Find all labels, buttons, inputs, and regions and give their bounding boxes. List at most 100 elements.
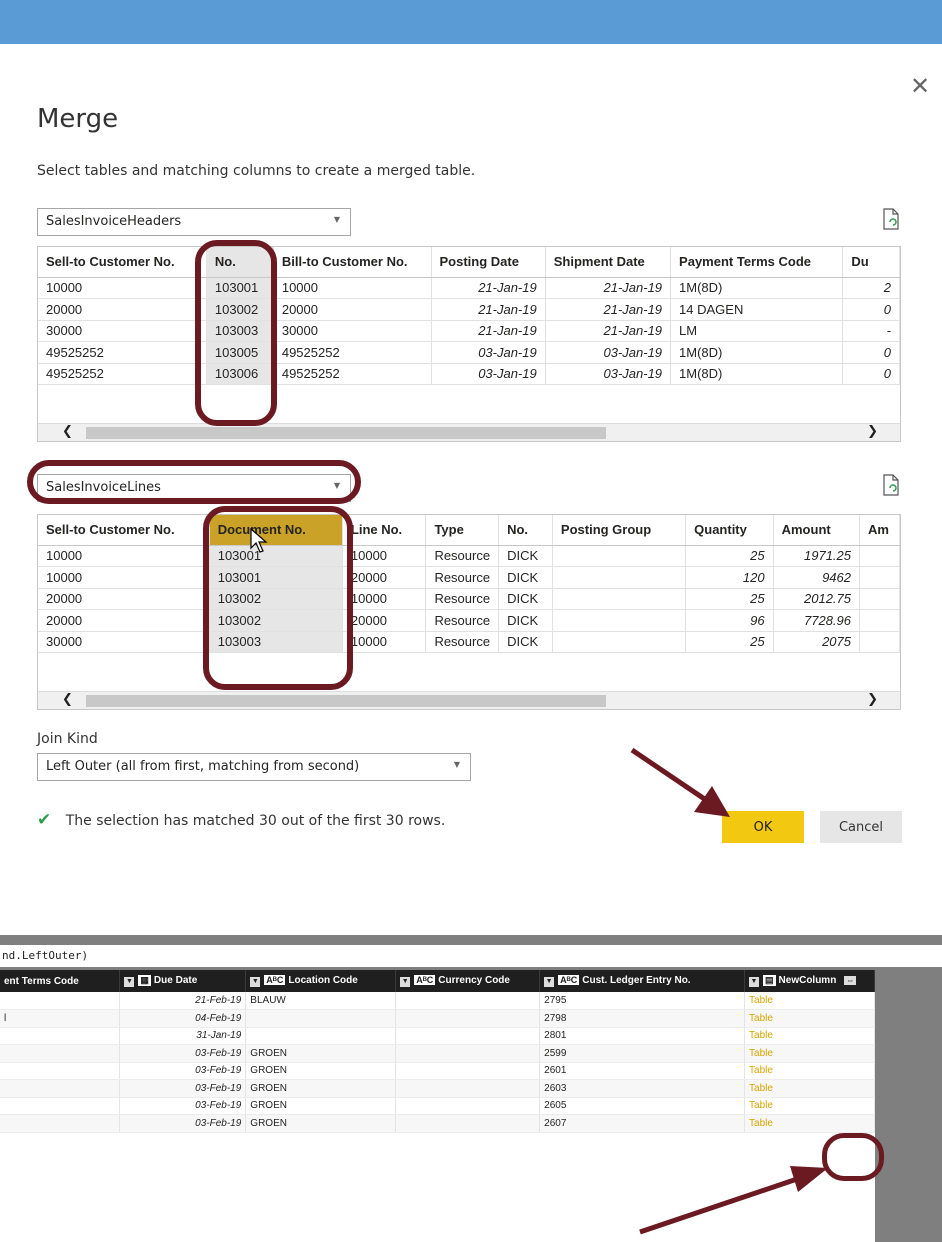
table-cell[interactable]: Table	[744, 1027, 875, 1045]
column-header[interactable]: ent Terms Code	[0, 970, 121, 992]
table-cell: Resource	[425, 631, 500, 653]
filter-dropdown-icon[interactable]: ▼	[124, 977, 135, 987]
expand-column-icon[interactable]: ⇔	[844, 976, 857, 985]
table-cell: 2801	[539, 1027, 746, 1045]
refresh-preview-icon[interactable]	[882, 474, 900, 496]
table-cell[interactable]: Table	[744, 1044, 875, 1063]
horizontal-scrollbar[interactable]: ❮ ❯	[38, 691, 900, 709]
filter-dropdown-icon[interactable]: ▼	[400, 977, 411, 987]
text-type-icon: AᴮC	[414, 975, 436, 985]
table-cell: 96	[685, 609, 774, 632]
table-cell[interactable]: Table	[744, 992, 875, 1010]
table-cell: 21-Jan-19	[431, 298, 546, 321]
table-cell: 2	[842, 277, 900, 299]
column-header[interactable]: Document No.	[209, 515, 343, 546]
table-cell	[0, 992, 121, 1010]
scroll-right-icon[interactable]: ❯	[867, 424, 878, 439]
column-header[interactable]: No.	[206, 247, 274, 278]
column-header[interactable]: Du	[842, 247, 900, 278]
second-table-preview: Sell-to Customer No. Document No. Line No.…	[37, 514, 901, 710]
table-cell	[245, 1027, 397, 1045]
table-cell: 21-Jan-19	[545, 277, 672, 299]
ok-button[interactable]: OK	[722, 811, 804, 843]
table-row: 03-Feb-19 GROEN 2601 Table	[0, 1062, 875, 1080]
table-cell: 103001	[206, 277, 274, 299]
table-cell: 20000	[273, 298, 432, 321]
join-kind-dropdown[interactable]: Left Outer (all from first, matching fro…	[37, 753, 471, 781]
table-cell: 30000	[38, 320, 207, 342]
refresh-preview-icon[interactable]	[882, 208, 900, 230]
first-table-dropdown[interactable]: SalesInvoiceHeaders ▼	[37, 208, 351, 236]
column-header[interactable]: Quantity	[685, 515, 774, 546]
table-cell: 103003	[206, 320, 274, 342]
column-header[interactable]: Am	[859, 515, 900, 546]
table-cell: DICK	[498, 609, 553, 632]
filter-dropdown-icon[interactable]: ▼	[749, 977, 760, 987]
column-header[interactable]: Payment Terms Code	[670, 247, 844, 278]
table-cell: LM	[670, 320, 844, 342]
table-cell: 25	[685, 545, 774, 567]
table-cell: 03-Jan-19	[545, 341, 672, 364]
table-cell: 0	[842, 363, 900, 385]
scroll-left-icon[interactable]: ❮	[62, 692, 73, 707]
column-header[interactable]: Amount	[773, 515, 861, 546]
column-header[interactable]: Sell-to Customer No.	[38, 247, 207, 278]
table-cell: GROEN	[245, 1044, 397, 1063]
horizontal-scrollbar[interactable]: ❮ ❯	[38, 423, 900, 441]
second-table-dropdown[interactable]: SalesInvoiceLines ▼	[37, 474, 351, 502]
scroll-left-icon[interactable]: ❮	[62, 424, 73, 439]
column-header[interactable]: Posting Group	[552, 515, 687, 546]
table-cell	[859, 566, 900, 589]
table-cell: 20000	[342, 566, 427, 589]
table-cell[interactable]: Table	[744, 1009, 875, 1028]
table-cell: 10000	[342, 631, 427, 653]
column-header[interactable]: Bill-to Customer No.	[273, 247, 432, 278]
formula-bar[interactable]: nd.LeftOuter)	[0, 945, 942, 967]
table-cell	[395, 1062, 541, 1080]
table-cell: 103002	[209, 609, 343, 632]
table-cell[interactable]: Table	[744, 1079, 875, 1098]
chevron-down-icon: ▼	[333, 481, 340, 490]
scroll-right-icon[interactable]: ❯	[867, 692, 878, 707]
table-cell: 10000	[38, 545, 210, 567]
table-cell[interactable]: Table	[744, 1097, 875, 1115]
table-row: 20000 103002 20000 21-Jan-19 21-Jan-19 14 DAG…	[38, 298, 900, 321]
column-header[interactable]: No.	[498, 515, 553, 546]
table-cell	[552, 545, 687, 567]
table-cell: 2599	[539, 1044, 746, 1063]
scroll-thumb[interactable]	[86, 695, 606, 707]
second-table-selected: SalesInvoiceLines	[46, 480, 161, 495]
table-cell	[0, 1079, 121, 1098]
table-row: 30000 103003 30000 21-Jan-19 21-Jan-19 LM -	[38, 320, 900, 342]
table-cell[interactable]: Table	[744, 1062, 875, 1080]
column-header-label: Cust. Ledger Entry No.	[582, 975, 691, 986]
column-header[interactable]: Type	[425, 515, 500, 546]
column-header[interactable]: ▼ ▤ NewColumn ⇔	[744, 970, 875, 992]
column-header-label: ent Terms Code	[4, 975, 79, 987]
table-cell	[395, 1079, 541, 1098]
table-cell: 103001	[209, 566, 343, 589]
column-header[interactable]: Posting Date	[431, 247, 546, 278]
table-cell: DICK	[498, 566, 553, 589]
table-cell: 2798	[539, 1009, 746, 1028]
filter-dropdown-icon[interactable]: ▼	[250, 977, 261, 987]
column-header[interactable]: Line No.	[342, 515, 427, 546]
table-row: 30000 103003 10000 Resource DICK 25 2075	[38, 631, 900, 653]
table-cell[interactable]: Table	[744, 1114, 875, 1133]
column-header[interactable]: Shipment Date	[545, 247, 672, 278]
table-cell: 7728.96	[773, 609, 861, 632]
column-header[interactable]: ▼ AᴮC Cust. Ledger Entry No.	[539, 970, 746, 992]
column-header[interactable]: Sell-to Customer No.	[38, 515, 210, 546]
close-icon[interactable]: ✕	[910, 74, 930, 98]
scroll-thumb[interactable]	[86, 427, 606, 439]
column-header[interactable]: ▼ AᴮC Location Code	[245, 970, 397, 992]
filter-dropdown-icon[interactable]: ▼	[544, 977, 555, 987]
cancel-button[interactable]: Cancel	[820, 811, 902, 843]
table-cell: 25	[685, 588, 774, 610]
table-row: 03-Feb-19 GROEN 2603 Table	[0, 1079, 875, 1098]
table-cell	[0, 1097, 121, 1115]
column-header[interactable]: ▼ AᴮC Currency Code	[395, 970, 541, 992]
table-cell: 03-Feb-19	[119, 1062, 247, 1080]
table-row: l 04-Feb-19 2798 Table	[0, 1009, 875, 1028]
column-header[interactable]: ▼ ▦ Due Date	[119, 970, 247, 992]
